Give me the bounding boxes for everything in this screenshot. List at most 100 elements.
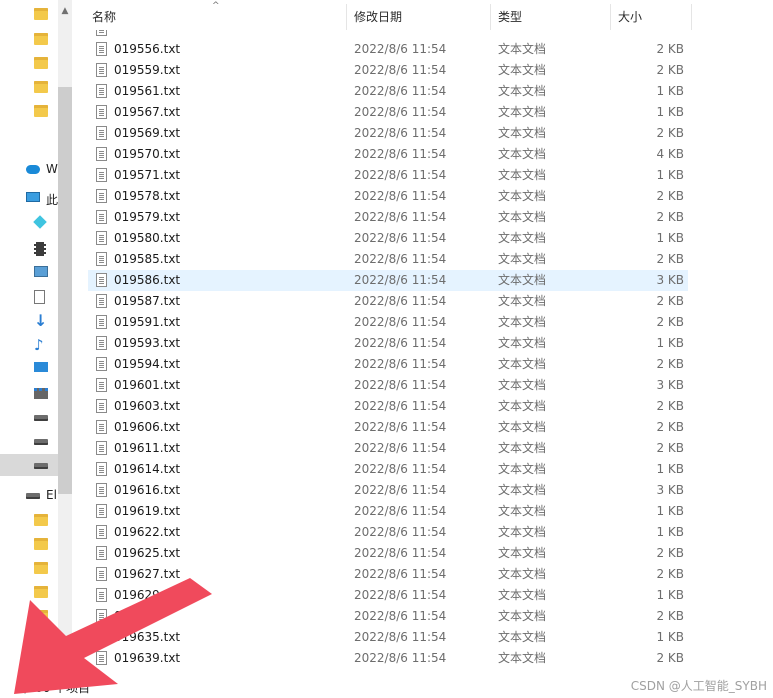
nav-item[interactable]	[0, 53, 58, 75]
file-row[interactable]: 019625.txt 2022/8/6 11:54 文本文档 2 KB	[88, 543, 688, 564]
nav-item[interactable]	[0, 406, 58, 428]
nav-item[interactable]	[0, 77, 58, 99]
nav-scrollbar-thumb[interactable]	[58, 87, 72, 494]
nav-item[interactable]	[0, 606, 58, 628]
file-name: 019625.txt	[114, 546, 181, 560]
file-row[interactable]: 019571.txt 2022/8/6 11:54 文本文档 1 KB	[88, 165, 688, 186]
scroll-up-icon[interactable]: ▲	[58, 2, 72, 20]
file-row[interactable]: 019556.txt 2022/8/6 11:54 文本文档 2 KB	[88, 39, 688, 60]
folder-icon	[34, 57, 48, 71]
file-date: 2022/8/6 11:54	[354, 231, 447, 245]
file-row[interactable]: 019579.txt 2022/8/6 11:54 文本文档 2 KB	[88, 207, 688, 228]
text-file-icon	[96, 483, 107, 497]
file-row[interactable]: 019569.txt 2022/8/6 11:54 文本文档 2 KB	[88, 123, 688, 144]
column-divider[interactable]	[490, 4, 491, 30]
nav-item[interactable]: ↓	[0, 310, 58, 332]
file-row[interactable]: 019567.txt 2022/8/6 11:54 文本文档 1 KB	[88, 102, 688, 123]
text-file-icon	[96, 30, 107, 36]
file-row[interactable]: 019570.txt 2022/8/6 11:54 文本文档 4 KB	[88, 144, 688, 165]
drive-icon	[34, 458, 48, 472]
file-date: 2022/8/6 11:54	[354, 441, 447, 455]
nav-item[interactable]	[0, 454, 58, 476]
nav-item[interactable]	[0, 358, 58, 380]
file-row[interactable]: 019629.txt 2022/8/6 11:54 文本文档 1 KB	[88, 585, 688, 606]
column-date[interactable]: 修改日期	[354, 0, 490, 32]
nav-item[interactable]: W	[0, 158, 58, 180]
nav-item[interactable]: El	[0, 484, 58, 506]
column-divider[interactable]	[610, 4, 611, 30]
file-size: 2 KB	[656, 399, 684, 413]
documents-icon	[34, 290, 48, 304]
nav-item[interactable]	[0, 654, 58, 676]
file-size: 2 KB	[656, 546, 684, 560]
file-row[interactable]: 019639.txt 2022/8/6 11:54 文本文档 2 KB	[88, 648, 688, 669]
nav-item[interactable]	[0, 286, 58, 308]
file-row[interactable]: 019635.txt 2022/8/6 11:54 文本文档 1 KB	[88, 627, 688, 648]
text-file-icon	[96, 273, 107, 287]
file-size: 3 KB	[656, 483, 684, 497]
file-row[interactable]: 01963 2022/8/6 11:54 文本文档 2 KB	[88, 606, 688, 627]
file-row[interactable]: 019622.txt 2022/8/6 11:54 文本文档 1 KB	[88, 522, 688, 543]
file-row[interactable]: 019616.txt 2022/8/6 11:54 文本文档 3 KB	[88, 480, 688, 501]
nav-item[interactable]	[0, 29, 58, 51]
text-file-icon	[96, 252, 107, 266]
file-date: 2022/8/6 11:54	[354, 189, 447, 203]
column-name[interactable]: 名称	[92, 0, 350, 32]
nav-item[interactable]	[0, 212, 58, 234]
column-type[interactable]: 类型	[498, 0, 610, 32]
file-row[interactable]: 019611.txt 2022/8/6 11:54 文本文档 2 KB	[88, 438, 688, 459]
nav-item[interactable]	[0, 582, 58, 604]
text-file-icon	[96, 189, 107, 203]
column-divider[interactable]	[346, 4, 347, 30]
file-row[interactable]: 019593.txt 2022/8/6 11:54 文本文档 1 KB	[88, 333, 688, 354]
file-row[interactable]: 019578.txt 2022/8/6 11:54 文本文档 2 KB	[88, 186, 688, 207]
column-divider[interactable]	[691, 4, 692, 30]
file-row[interactable]: 019587.txt 2022/8/6 11:54 文本文档 2 KB	[88, 291, 688, 312]
file-date: 2022/8/6 11:54	[354, 483, 447, 497]
file-row[interactable]: 019603.txt 2022/8/6 11:54 文本文档 2 KB	[88, 396, 688, 417]
file-size: 1 KB	[656, 231, 684, 245]
drive-icon	[34, 410, 48, 424]
nav-item[interactable]	[0, 262, 58, 284]
nav-item[interactable]	[0, 382, 58, 404]
nav-item[interactable]: ♪	[0, 334, 58, 356]
column-size-label: 大小	[618, 9, 643, 24]
file-name: 019561.txt	[114, 84, 181, 98]
file-row[interactable]: 019591.txt 2022/8/6 11:54 文本文档 2 KB	[88, 312, 688, 333]
file-row[interactable]: 019614.txt 2022/8/6 11:54 文本文档 1 KB	[88, 459, 688, 480]
file-date: 2022/8/6 11:54	[354, 462, 447, 476]
file-row[interactable]: 019559.txt 2022/8/6 11:54 文本文档 2 KB	[88, 60, 688, 81]
file-size: 1 KB	[656, 525, 684, 539]
nav-item[interactable]	[0, 630, 58, 652]
nav-item[interactable]	[0, 534, 58, 556]
folder-icon	[34, 514, 48, 528]
file-row[interactable]: 019619.txt 2022/8/6 11:54 文本文档 1 KB	[88, 501, 688, 522]
nav-item[interactable]	[0, 238, 58, 260]
file-row[interactable]: 019561.txt 2022/8/6 11:54 文本文档 1 KB	[88, 81, 688, 102]
file-name: 019591.txt	[114, 315, 181, 329]
file-size: 4 KB	[656, 147, 684, 161]
file-row[interactable]: 019606.txt 2022/8/6 11:54 文本文档 2 KB	[88, 417, 688, 438]
column-size[interactable]: 大小	[618, 0, 688, 32]
nav-item[interactable]	[0, 4, 58, 26]
folder-icon	[34, 538, 48, 552]
nav-item[interactable]	[0, 101, 58, 123]
file-row[interactable]: 019585.txt 2022/8/6 11:54 文本文档 2 KB	[88, 249, 688, 270]
nav-item[interactable]	[0, 558, 58, 580]
column-name-label: 名称	[92, 9, 117, 24]
nav-item-label: El	[46, 488, 57, 502]
file-row[interactable]: 019594.txt 2022/8/6 11:54 文本文档 2 KB	[88, 354, 688, 375]
file-row[interactable]: 019586.txt 2022/8/6 11:54 文本文档 3 KB	[88, 270, 688, 291]
file-size: 1 KB	[656, 504, 684, 518]
nav-item[interactable]	[0, 510, 58, 532]
file-row[interactable]: 019601.txt 2022/8/6 11:54 文本文档 3 KB	[88, 375, 688, 396]
file-row[interactable]: 019627.txt 2022/8/6 11:54 文本文档 2 KB	[88, 564, 688, 585]
folder-icon	[34, 586, 48, 600]
nav-item[interactable]	[0, 430, 58, 452]
column-date-label: 修改日期	[354, 9, 403, 24]
nav-item[interactable]: 此	[0, 188, 58, 210]
file-name: 019601.txt	[114, 378, 181, 392]
file-row[interactable]: 019580.txt 2022/8/6 11:54 文本文档 1 KB	[88, 228, 688, 249]
text-file-icon	[96, 609, 107, 623]
file-name: 019629.txt	[114, 588, 181, 602]
